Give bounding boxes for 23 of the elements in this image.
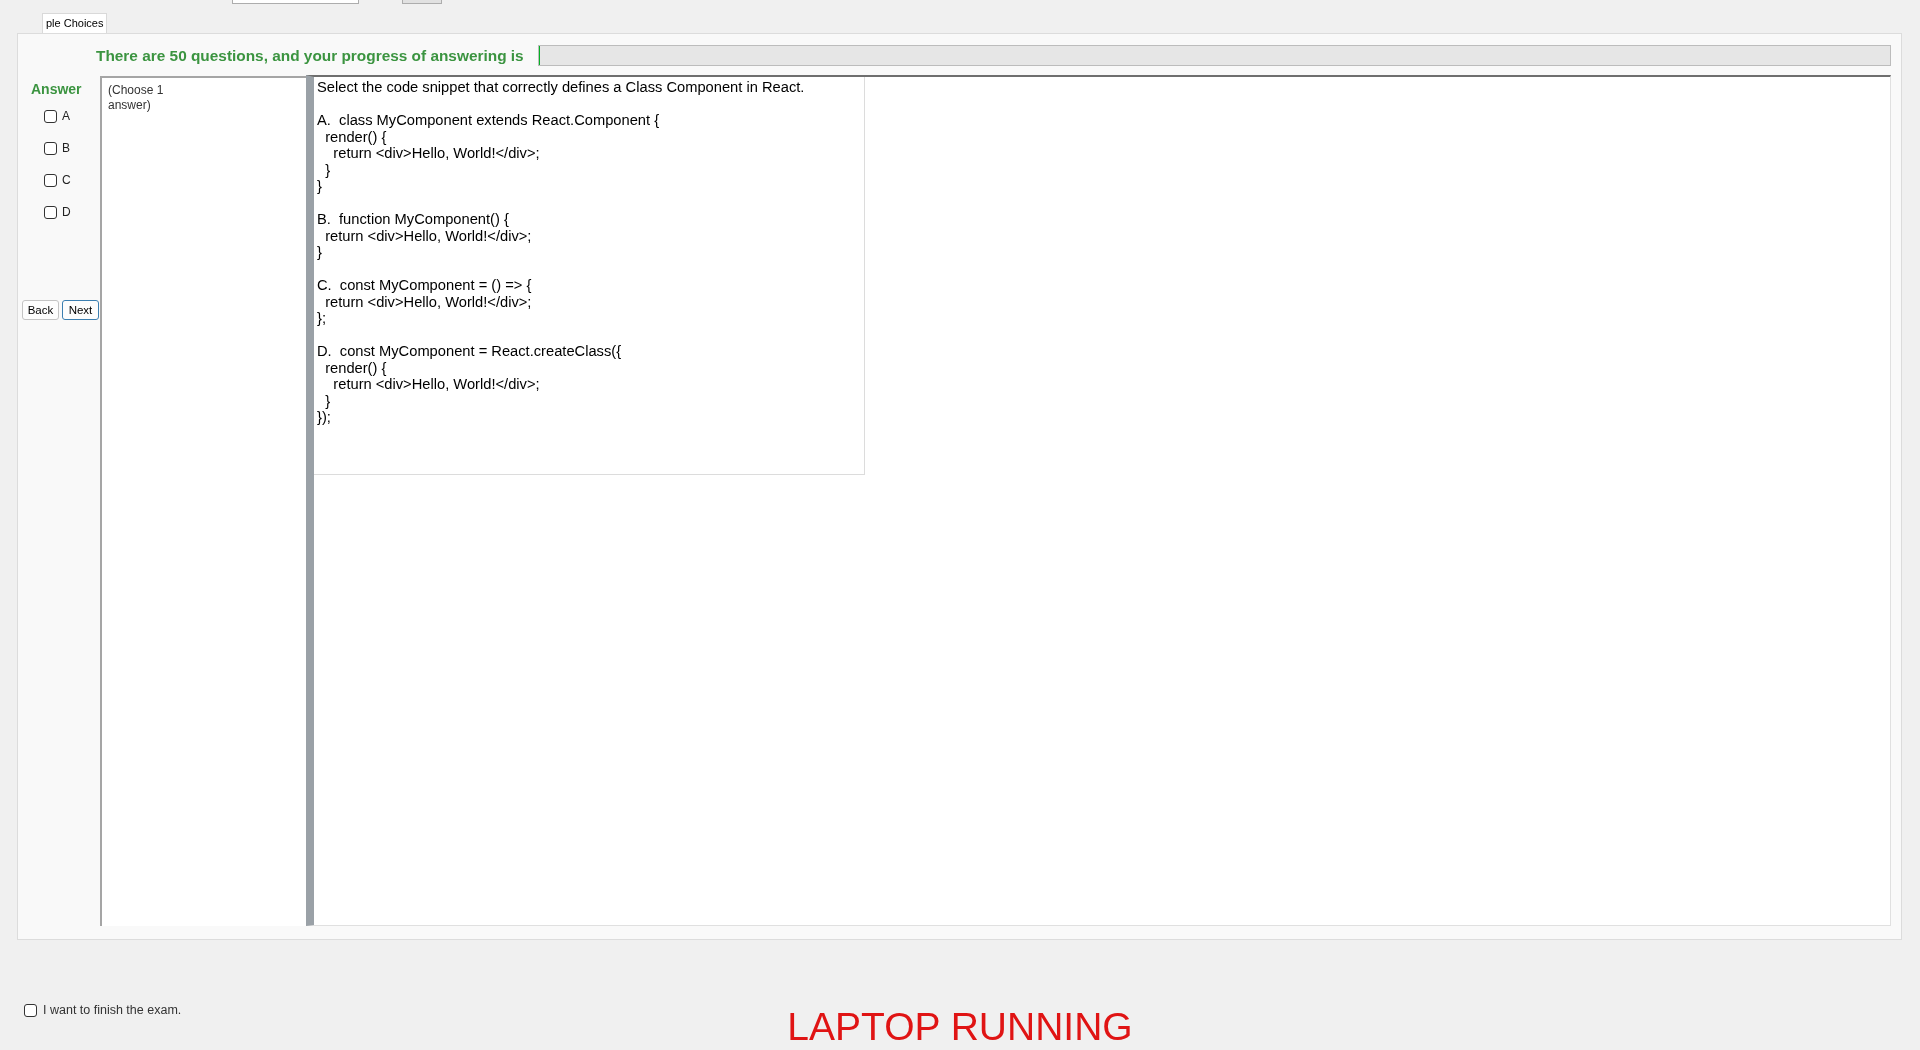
status-text: LAPTOP RUNNING — [787, 1007, 1133, 1047]
question-prompt: Select the code snippet that correctly defines a Class Component in React. — [317, 79, 805, 96]
finish-label[interactable]: I want to finish the exam. — [43, 1004, 182, 1017]
option-label[interactable]: D — [62, 203, 71, 221]
nav-button[interactable]: Back — [22, 300, 59, 320]
finish-checkbox[interactable] — [24, 1004, 37, 1017]
progress-label: There are 50 questions, and your progress of answering is — [96, 45, 524, 66]
nav-button[interactable]: Next — [62, 300, 99, 320]
option-label[interactable]: A — [62, 107, 70, 125]
answer-option-text: D. const MyComponent = React.createClass({ render() { return <div>Hello, World!</div>; } }); — [317, 343, 622, 426]
tab[interactable]: ple Choices — [42, 13, 108, 33]
option-label[interactable]: C — [62, 171, 71, 189]
instruction-text: (Choose 1 answer) — [108, 83, 165, 113]
answer-checkbox[interactable] — [44, 141, 57, 155]
answer-option-text: B. function MyComponent() { return <div>Hello, World!</div>; } — [317, 211, 532, 261]
answer-option-text: C. const MyComponent = () => { return <div>Hello, World!</div>; }; — [317, 277, 532, 327]
answer-checkbox[interactable] — [44, 109, 57, 123]
answer-heading: Answer — [30, 81, 83, 97]
answer-checkbox[interactable] — [44, 173, 57, 187]
answer-checkbox[interactable] — [44, 205, 57, 219]
answer-option-text: A. class MyComponent extends React.Component { render() { return <div>Hello, World!</div>; } } — [317, 112, 660, 195]
dropdown-field[interactable] — [232, 0, 359, 4]
option-label[interactable]: B — [62, 139, 70, 157]
